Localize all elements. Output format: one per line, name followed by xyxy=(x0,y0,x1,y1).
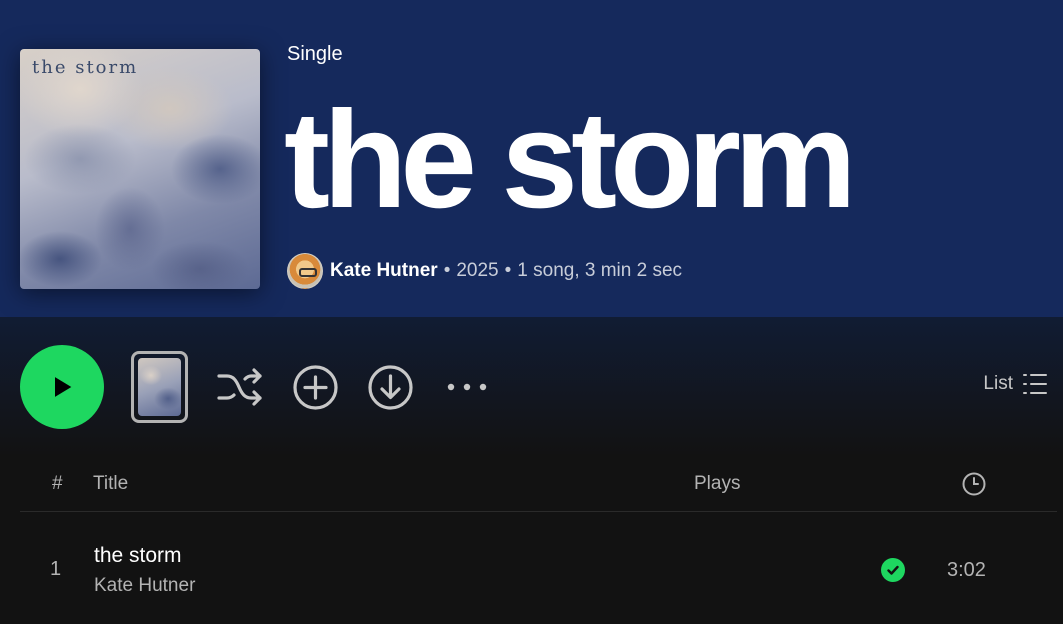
tracklist-header: # Title Plays xyxy=(0,462,1063,510)
album-header: the storm Single the storm Kate Hutner •… xyxy=(0,0,1063,317)
more-options-button[interactable] xyxy=(444,375,490,399)
preview-thumbnail xyxy=(138,358,181,416)
page-title: the storm xyxy=(284,83,857,237)
meta-separator: • xyxy=(443,260,451,281)
release-year: 2025 xyxy=(456,260,499,281)
track-row[interactable]: 1 the storm Kate Hutner 3:02 xyxy=(20,530,1057,606)
view-mode-label: List xyxy=(983,373,1013,394)
add-circle-icon xyxy=(293,365,338,410)
play-icon xyxy=(55,377,72,397)
clock-icon xyxy=(962,472,986,496)
column-duration xyxy=(962,472,986,502)
preview-thumbnail-button[interactable] xyxy=(131,351,188,423)
play-button[interactable] xyxy=(20,345,104,429)
shuffle-button[interactable] xyxy=(216,365,264,409)
track-duration: 3:02 xyxy=(947,559,986,581)
track-number: 1 xyxy=(50,558,62,580)
action-bar: List xyxy=(0,317,1063,457)
saved-button[interactable] xyxy=(881,558,905,582)
release-meta: Kate Hutner • 2025 • 1 song, 3 min 2 sec xyxy=(287,253,682,289)
artist-link[interactable]: Kate Hutner xyxy=(330,260,438,282)
track-title[interactable]: the storm xyxy=(94,544,182,568)
track-artist[interactable]: Kate Hutner xyxy=(94,575,195,597)
more-horizontal-icon xyxy=(447,383,487,391)
release-summary: 1 song, 3 min 2 sec xyxy=(517,260,683,281)
list-icon xyxy=(1023,374,1047,394)
column-plays: Plays xyxy=(694,473,741,494)
shuffle-icon xyxy=(217,368,262,406)
view-mode-button[interactable]: List xyxy=(983,373,1047,395)
artist-avatar[interactable] xyxy=(287,253,323,289)
download-circle-icon xyxy=(368,365,413,410)
header-divider xyxy=(20,511,1057,512)
check-circle-icon xyxy=(887,565,899,575)
add-to-library-button[interactable] xyxy=(293,365,338,410)
album-cover: the storm xyxy=(20,49,260,289)
cover-title-text: the storm xyxy=(32,57,139,78)
column-number: # xyxy=(52,473,63,494)
release-type-label: Single xyxy=(287,43,343,65)
download-button[interactable] xyxy=(368,365,413,410)
meta-separator: • xyxy=(504,260,512,281)
column-title: Title xyxy=(93,473,129,494)
